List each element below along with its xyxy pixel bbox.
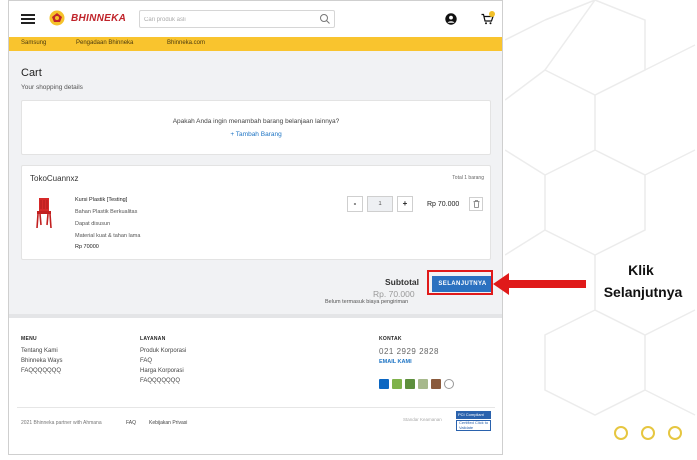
- linkedin-icon[interactable]: [379, 379, 389, 389]
- contact-phone: 021 2929 2828: [379, 347, 439, 356]
- social-icon[interactable]: [431, 379, 441, 389]
- footer-link[interactable]: Harga Korporasi: [140, 368, 184, 374]
- quantity-input[interactable]: [367, 196, 393, 212]
- subtotal-label: Subtotal: [385, 277, 419, 287]
- delete-item-button[interactable]: [469, 197, 483, 211]
- search-bar: [139, 10, 335, 28]
- decorative-dots: [614, 426, 682, 440]
- brand-name: BHINNEKA: [71, 12, 127, 24]
- footer-bottom-divider: [17, 407, 495, 408]
- seller-name[interactable]: TokoCuannxz: [30, 174, 78, 183]
- footer-link[interactable]: Produk Korporasi: [140, 348, 186, 354]
- subtotal-note: Belum termasuk biaya pengiriman: [325, 299, 409, 305]
- header: BHINNEKA: [9, 1, 502, 37]
- background-hexagon-pattern: [505, 0, 696, 416]
- security-label: Standar Keamanan: [403, 417, 442, 422]
- browser-page: BHINNEKA Samsung Pengadaan Bhinneka Bhin…: [8, 0, 503, 455]
- social-icon[interactable]: [392, 379, 402, 389]
- certified-seal[interactable]: Certified Click to Validate: [456, 420, 491, 431]
- quantity-stepper: - +: [347, 196, 413, 212]
- copyright-text: 2021 Bhinneka partner with Ahmana: [21, 420, 102, 426]
- trash-icon: [473, 200, 479, 208]
- subtotal-value: Rp. 70.000: [373, 289, 415, 299]
- social-links: [379, 379, 454, 389]
- product-name[interactable]: Kursi Plastik [Testing]: [75, 197, 127, 203]
- footer-divider: [9, 314, 502, 318]
- total-items: Total 1 barang: [452, 175, 484, 181]
- footer-menu-heading: MENU: [21, 336, 37, 342]
- add-more-question: Apakah Anda ingin menambah barang belanj…: [172, 118, 340, 125]
- add-more-card: Apakah Anda ingin menambah barang belanj…: [21, 100, 491, 155]
- footer-link[interactable]: Bhinneka Ways: [21, 358, 62, 364]
- nav-item-bhinneka-com[interactable]: Bhinneka.com: [167, 40, 205, 46]
- footer-link[interactable]: FAQQQQQQQ: [140, 378, 180, 384]
- category-navbar: Samsung Pengadaan Bhinneka Bhinneka.com: [9, 37, 502, 51]
- product-spec: Bahan Plastik Berkualitas: [75, 209, 138, 215]
- product-image-chair-icon[interactable]: [36, 197, 52, 229]
- product-spec: Dapat disusun: [75, 221, 111, 227]
- nav-item-pengadaan[interactable]: Pengadaan Bhinneka: [76, 40, 133, 46]
- footer-layanan-heading: LAYANAN: [140, 336, 166, 342]
- hamburger-menu-icon[interactable]: [21, 14, 35, 24]
- pci-seal[interactable]: PCI Compliant: [456, 411, 491, 419]
- row-price: Rp 70.000: [427, 201, 460, 208]
- garuda-logo-icon: [49, 10, 65, 26]
- annotation-text: Selanjutnya: [603, 284, 683, 300]
- product-unit-price: Rp 70000: [75, 244, 99, 250]
- logo[interactable]: BHINNEKA: [49, 10, 126, 26]
- page-subtitle: Your shopping details: [21, 84, 83, 91]
- cart-badge: [489, 11, 495, 17]
- social-icon[interactable]: [418, 379, 428, 389]
- email-us-link[interactable]: EMAIL KAMI: [379, 359, 412, 365]
- decor-dot: [614, 426, 628, 440]
- footer-link[interactable]: FAQQQQQQQ: [21, 368, 61, 374]
- annotation-text: Klik: [628, 262, 654, 278]
- social-icon[interactable]: [444, 379, 454, 389]
- social-icon[interactable]: [405, 379, 415, 389]
- bottom-link-privacy[interactable]: Kebijakan Privasi: [149, 420, 187, 426]
- add-item-link[interactable]: + Tambah Barang: [22, 131, 490, 138]
- search-icon[interactable]: [319, 13, 331, 25]
- footer-link[interactable]: Tentang Kami: [21, 348, 58, 354]
- footer-link[interactable]: FAQ: [140, 358, 152, 364]
- nav-item-samsung[interactable]: Samsung: [21, 40, 46, 46]
- decrease-quantity-button[interactable]: -: [347, 196, 363, 212]
- user-account-icon[interactable]: [445, 13, 457, 25]
- footer-kontak-heading: KONTAK: [379, 336, 402, 342]
- page-title: Cart: [21, 67, 42, 79]
- increase-quantity-button[interactable]: +: [397, 196, 413, 212]
- product-spec: Material kuat & tahan lama: [75, 233, 141, 239]
- annotation-arrow-icon: [493, 273, 586, 295]
- bottom-link-faq[interactable]: FAQ: [126, 420, 136, 426]
- highlight-box: [427, 270, 493, 295]
- search-input[interactable]: [144, 13, 314, 26]
- decor-dot: [641, 426, 655, 440]
- seller-card: TokoCuannxz Total 1 barang Kursi Plastik…: [21, 165, 491, 260]
- decor-dot: [668, 426, 682, 440]
